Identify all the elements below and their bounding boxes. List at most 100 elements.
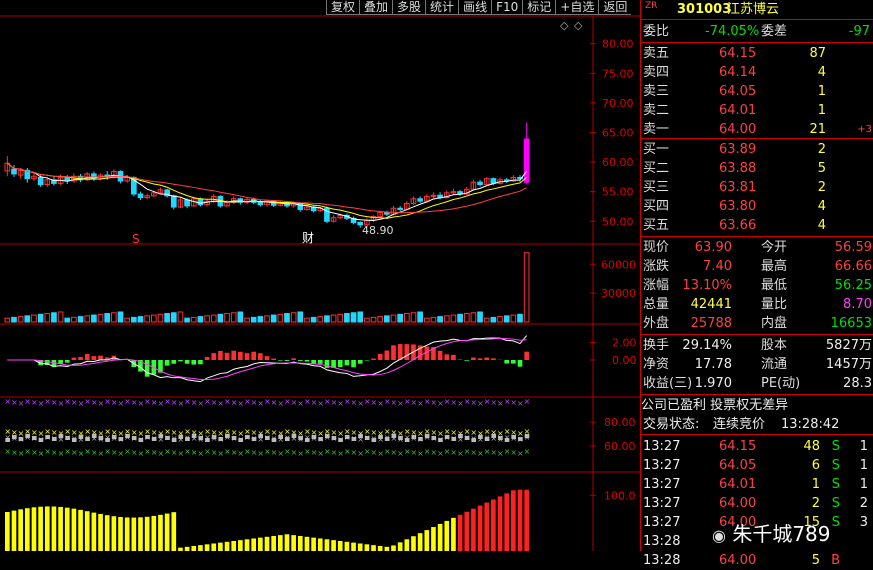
ind-bar xyxy=(251,538,257,551)
candle-body xyxy=(397,207,403,210)
ask-row: 卖一 64.00 21 +3 xyxy=(641,120,873,139)
low-price-marker: 48.90 xyxy=(362,224,394,237)
ind-bar xyxy=(51,506,57,551)
volume-tick: 60000 xyxy=(601,258,636,271)
signal-marker[interactable]: S xyxy=(132,232,140,246)
ind-bar xyxy=(124,517,130,551)
bid-row: 买二 63.88 5 xyxy=(641,159,873,178)
bid-row: 买五 63.66 4 xyxy=(641,216,873,235)
tick-volume: 48 xyxy=(803,439,820,454)
volume-bar xyxy=(450,314,457,323)
stat-value: 56.25 xyxy=(834,278,872,293)
volume-bar xyxy=(24,315,31,323)
kdj-lines: ××××××××××××××××××××××××××××××××××××××××… xyxy=(4,397,530,458)
macd-tick: 2.00 xyxy=(612,337,637,350)
candle-body xyxy=(257,201,264,206)
ind-bar xyxy=(18,509,23,551)
kdj-bar xyxy=(125,434,130,438)
fund-row: 换手 29.14% 股本 5827万 xyxy=(641,336,873,355)
tick-price: 64.01 xyxy=(719,477,757,492)
stock-prefix: ZR xyxy=(645,1,658,11)
fund-label: 净资 xyxy=(643,357,670,372)
stat-label: 涨跌 xyxy=(643,259,670,274)
kdj-bar xyxy=(404,438,410,442)
kdj-bar xyxy=(25,434,30,438)
stat-label: 今开 xyxy=(761,240,788,255)
volume-bar xyxy=(523,252,530,323)
ask-row: 卖二 64.01 1 xyxy=(641,101,873,120)
ind-bar xyxy=(504,493,510,551)
stat-row: 涨幅 13.10% 最低 56.25 xyxy=(641,276,873,295)
ask-row: 卖三 64.05 1 xyxy=(641,82,873,101)
volume-bar xyxy=(503,315,510,323)
ind-bar xyxy=(204,544,210,551)
kdj-bar xyxy=(38,438,44,442)
volume-bar xyxy=(17,316,24,323)
volume-bar xyxy=(44,313,51,323)
volume-bar xyxy=(350,312,357,323)
ind-bar xyxy=(524,489,529,551)
bid-price: 63.88 xyxy=(719,161,757,176)
ind-bar xyxy=(471,508,476,551)
diamond-icon-2[interactable]: ◇ xyxy=(574,19,583,32)
ind-bar xyxy=(104,515,110,551)
volume-bar xyxy=(230,312,237,323)
moving-averages xyxy=(7,162,528,221)
volume-bar xyxy=(403,313,410,323)
kdj-bar xyxy=(205,438,210,442)
volume-bar xyxy=(463,313,470,323)
tick-side: S xyxy=(831,496,840,511)
bid-label: 买四 xyxy=(643,199,670,214)
ind-bar xyxy=(424,530,430,551)
kdj-bar xyxy=(438,438,443,442)
candle-body xyxy=(184,199,190,207)
watermark: ◉ 朱千城789 xyxy=(712,522,831,546)
stat-row: 总量 42441 量比 8.70 xyxy=(641,295,873,314)
ind-bar xyxy=(431,527,436,551)
volume-bar xyxy=(270,314,277,323)
tick-row: 13:27 64.15 48 S 1 xyxy=(641,437,873,456)
tick-count: 1 xyxy=(859,439,868,454)
stat-row: 涨跌 7.40 最高 66.66 xyxy=(641,257,873,276)
fund-row: 净资 17.78 流通 1457万 xyxy=(641,355,873,374)
bid-ratio-row: 委比 -74.05% 委差 -97 xyxy=(643,24,870,39)
volume-bar xyxy=(357,311,364,323)
volume-bar xyxy=(237,311,244,323)
volume-bar xyxy=(37,313,44,323)
kdj-mark: × xyxy=(524,397,531,406)
tick-time: 13:27 xyxy=(643,458,681,473)
kdj-bar xyxy=(511,435,517,439)
stat-label: 最低 xyxy=(761,278,788,293)
volume-bar xyxy=(477,311,483,323)
volume-bar xyxy=(457,313,463,323)
ind-bar xyxy=(311,537,316,551)
ind-bar xyxy=(231,540,237,551)
finance-marker[interactable]: 财 xyxy=(302,231,314,245)
ind-bar xyxy=(517,489,523,551)
ind-bar xyxy=(437,523,443,551)
ind-bar xyxy=(111,516,117,551)
kdj-bar xyxy=(324,434,330,438)
diamond-icon[interactable]: ◇ xyxy=(560,19,569,32)
tick-count: 2 xyxy=(859,496,868,511)
ask-label: 卖一 xyxy=(643,122,670,137)
tick-price: 64.15 xyxy=(719,439,757,454)
fund-label: 收益(三) xyxy=(643,376,693,391)
volume-bar xyxy=(310,316,317,323)
volume-bar xyxy=(244,317,250,323)
volume-bar xyxy=(204,315,210,323)
volume-bar xyxy=(250,316,257,323)
kdj-bar xyxy=(491,434,497,438)
ind-bar xyxy=(464,511,470,551)
ask-volume: 21 xyxy=(809,122,826,137)
volume-bar xyxy=(257,316,264,323)
bid-ratio-value: -74.05% xyxy=(705,24,760,39)
stat-value: 42441 xyxy=(690,297,732,312)
kdj-bar xyxy=(291,434,297,438)
stat-label: 涨幅 xyxy=(643,278,670,293)
volume-bar xyxy=(510,314,517,323)
fund-label: 换手 xyxy=(643,338,670,353)
stock-chart[interactable]: ××××××××××××××××××××××××××××××××××××××××… xyxy=(0,0,640,551)
tick-row: 13:27 64.01 1 S 1 xyxy=(641,475,873,494)
kdj-bar xyxy=(258,434,263,438)
